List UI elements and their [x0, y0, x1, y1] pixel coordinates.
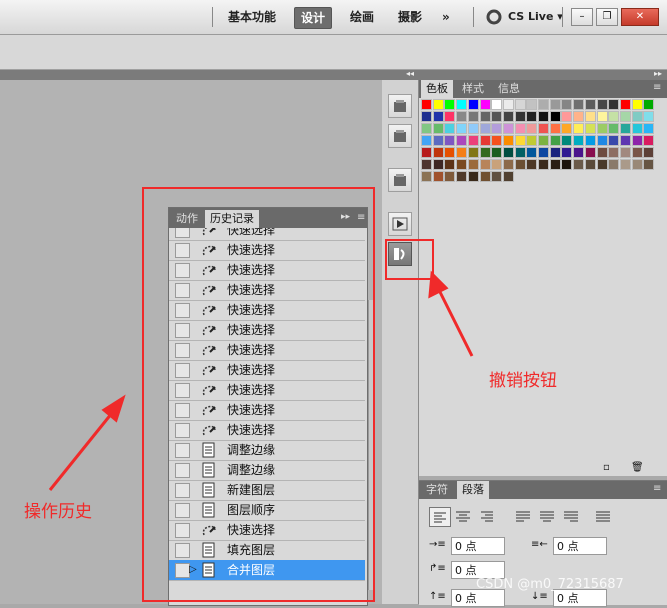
annotation-arrows — [48, 270, 474, 491]
arrow-to-history — [48, 407, 118, 491]
history-annotation-label: 操作历史 — [24, 502, 92, 522]
arrow-head-history — [101, 394, 126, 423]
undo-annotation-label: 撤销按钮 — [489, 371, 557, 391]
arrow-head-undo — [428, 270, 449, 299]
watermark: CSDN @m0_72315687 — [476, 577, 624, 592]
arrow-to-undo — [435, 285, 474, 357]
